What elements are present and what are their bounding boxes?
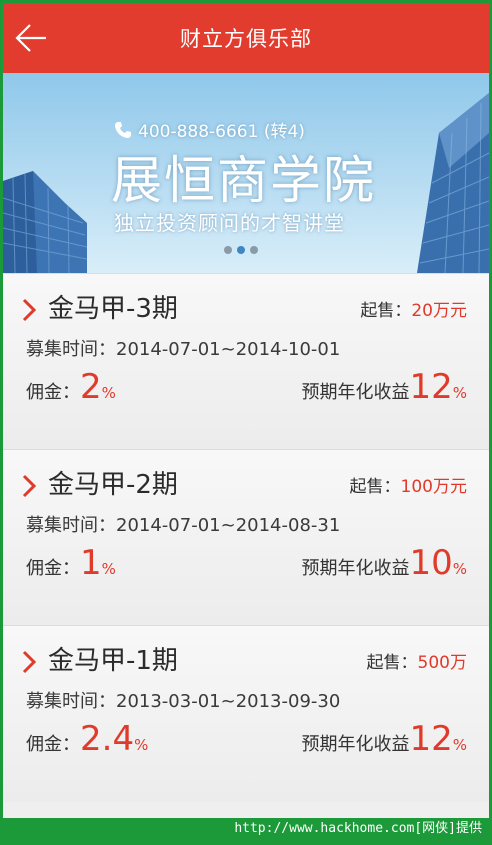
yield-unit: % <box>452 736 467 754</box>
page-title: 财立方俱乐部 <box>180 27 312 51</box>
commission-value: 2 <box>80 367 102 407</box>
building-left-image <box>3 171 88 273</box>
yield-unit: % <box>452 384 467 402</box>
commission-unit: % <box>101 560 116 578</box>
yield-value: 10 <box>409 543 453 583</box>
product-card[interactable]: 金马甲-3期 起售：20万元 募集时间：2014-07-01~2014-10-0… <box>3 273 489 450</box>
app-header: 财立方俱乐部 <box>3 3 489 73</box>
min-purchase: 起售：500万 <box>367 648 467 673</box>
yield-value: 12 <box>409 367 453 407</box>
raise-period: 募集时间：2013-03-01~2013-09-30 <box>26 691 341 712</box>
expected-yield: 预期年化收益10% <box>301 543 467 583</box>
chevron-right-icon <box>22 474 37 498</box>
min-purchase-value: 20万元 <box>411 301 467 321</box>
carousel-dot-3[interactable] <box>250 246 258 254</box>
promo-banner[interactable]: 400-888-6661 (转4) 展恒商学院 独立投资顾问的才智讲堂 <box>3 73 489 273</box>
commission-label: 佣金： <box>26 382 80 403</box>
min-purchase: 起售：20万元 <box>360 296 467 321</box>
product-name: 金马甲-3期 <box>48 294 178 324</box>
chevron-right-icon <box>22 650 37 674</box>
building-right-image <box>417 93 489 273</box>
phone-icon <box>115 121 131 138</box>
expected-yield: 预期年化收益12% <box>301 719 467 759</box>
carousel-indicator <box>224 246 258 254</box>
yield-label: 预期年化收益 <box>301 734 410 755</box>
commission: 佣金：2.4% <box>26 719 148 759</box>
yield-label: 预期年化收益 <box>301 558 410 579</box>
commission-unit: % <box>134 736 149 754</box>
commission: 佣金：1% <box>26 543 116 583</box>
commission-label: 佣金： <box>26 558 80 579</box>
app-screen: 财立方俱乐部 400-888-6661 (转4) 展恒商学院 独立投资顾问的才智… <box>3 3 489 818</box>
raise-period: 募集时间：2014-07-01~2014-10-01 <box>26 339 341 360</box>
min-purchase: 起售：100万元 <box>350 472 467 497</box>
min-purchase-label: 起售： <box>349 477 401 497</box>
yield-value: 12 <box>409 719 453 759</box>
product-card[interactable]: 金马甲-2期 起售：100万元 募集时间：2014-07-01~2014-08-… <box>3 449 489 626</box>
yield-label: 预期年化收益 <box>301 382 410 403</box>
commission-value: 1 <box>80 543 102 583</box>
raise-period: 募集时间：2014-07-01~2014-08-31 <box>26 515 341 536</box>
yield-unit: % <box>452 560 467 578</box>
min-purchase-label: 起售： <box>360 301 412 321</box>
banner-subtitle: 独立投资顾问的才智讲堂 <box>114 211 345 235</box>
commission-value: 2.4 <box>80 719 135 759</box>
carousel-dot-1[interactable] <box>224 246 232 254</box>
product-name: 金马甲-2期 <box>48 470 178 500</box>
commission-unit: % <box>101 384 116 402</box>
expected-yield: 预期年化收益12% <box>301 367 467 407</box>
watermark-footer: http://www.hackhome.com[网侠]提供 <box>0 818 492 845</box>
product-name: 金马甲-1期 <box>48 646 178 676</box>
carousel-dot-2[interactable] <box>237 246 245 254</box>
commission: 佣金：2% <box>26 367 116 407</box>
chevron-right-icon <box>22 298 37 322</box>
min-purchase-label: 起售： <box>366 653 418 673</box>
banner-title: 展恒商学院 <box>111 152 377 211</box>
product-card[interactable]: 金马甲-1期 起售：500万 募集时间：2013-03-01~2013-09-3… <box>3 625 489 802</box>
commission-label: 佣金： <box>26 734 80 755</box>
min-purchase-value: 100万元 <box>400 477 467 497</box>
min-purchase-value: 500万 <box>417 653 467 673</box>
